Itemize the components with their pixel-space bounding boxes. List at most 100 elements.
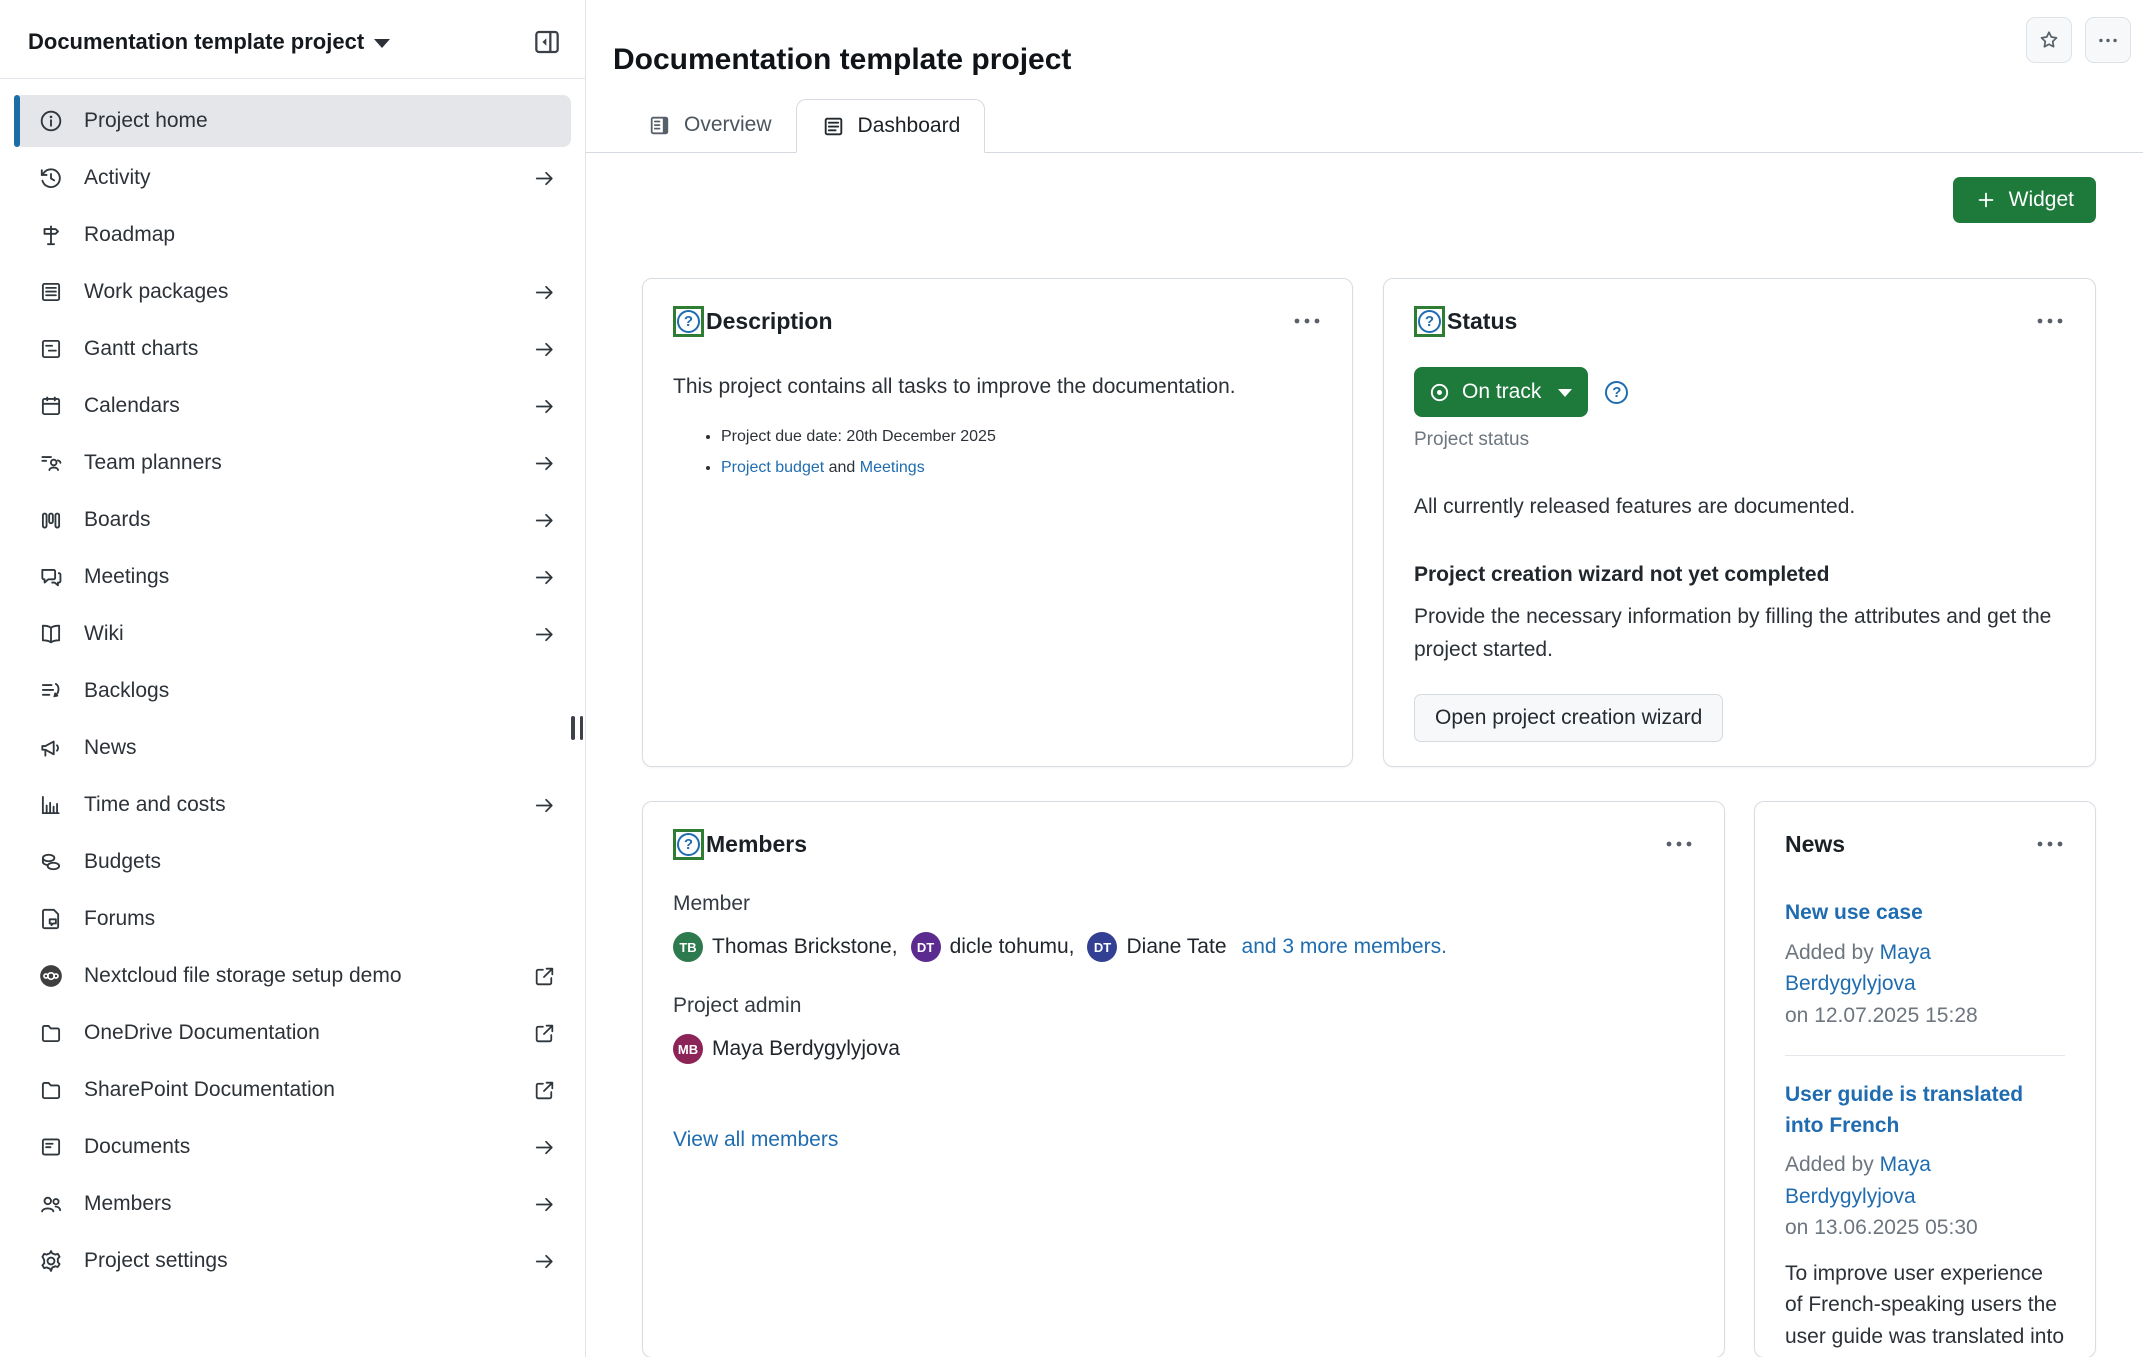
help-icon[interactable]: ? [1418, 310, 1441, 333]
sidebar-item-backlogs[interactable]: Backlogs [14, 665, 571, 717]
members-widget: ? Members MemberTBThomas Brickstone,DTdi… [642, 801, 1725, 1357]
news-headline-link[interactable]: New use case [1785, 898, 2065, 928]
sidebar-item-label: Documents [84, 1135, 520, 1159]
sidebar-item-documents[interactable]: Documents [14, 1121, 571, 1173]
sidebar-item-label: OneDrive Documentation [84, 1021, 520, 1045]
sidebar-item-label: Calendars [84, 394, 520, 418]
sidebar-item-label: Wiki [84, 622, 520, 646]
sidebar-item-label: Roadmap [84, 223, 557, 247]
help-icon[interactable]: ? [677, 833, 700, 856]
wizard-heading: Project creation wizard not yet complete… [1414, 563, 2065, 587]
avatar[interactable]: DT [1087, 932, 1117, 962]
boards-icon [38, 507, 64, 533]
backlogs-icon [38, 678, 64, 704]
widget-row-1: ? Description This project contains all … [642, 278, 2096, 767]
external-link-icon [532, 1078, 557, 1103]
sidebar-item-onedrive-documentation[interactable]: OneDrive Documentation [14, 1007, 571, 1059]
sidebar-item-forums[interactable]: Forums [14, 893, 571, 945]
widget-menu-button[interactable] [1290, 309, 1324, 333]
sidebar-item-label: Time and costs [84, 793, 520, 817]
sidebar-item-members[interactable]: Members [14, 1178, 571, 1230]
news-date: on 12.07.2025 15:28 [1785, 1000, 2065, 1032]
project-budget-link[interactable]: Project budget [721, 459, 824, 476]
sidebar-item-gantt-charts[interactable]: Gantt charts [14, 323, 571, 375]
sidebar-item-project-home[interactable]: Project home [14, 95, 571, 147]
favorite-button[interactable] [2026, 17, 2072, 63]
avatar[interactable]: DT [911, 932, 941, 962]
more-members-link[interactable]: and 3 more members. [1242, 935, 1447, 959]
project-selector-label: Documentation template project [28, 29, 364, 55]
header-actions [2026, 17, 2131, 63]
sidebar-item-time-and-costs[interactable]: Time and costs [14, 779, 571, 831]
member-name[interactable]: dicle tohumu, [950, 935, 1075, 959]
sidebar-item-label: Gantt charts [84, 337, 520, 361]
avatar[interactable]: TB [673, 932, 703, 962]
sidebar-item-roadmap[interactable]: Roadmap [14, 209, 571, 261]
news-icon [38, 735, 64, 761]
project-status-dropdown[interactable]: On track [1414, 367, 1588, 417]
sidebar-item-label: Project settings [84, 1249, 520, 1273]
news-widget: News New use caseAdded by Maya Berdygyly… [1754, 801, 2096, 1357]
sidebar-item-label: Team planners [84, 451, 520, 475]
avatar[interactable]: MB [673, 1034, 703, 1064]
sidebar-item-nextcloud-file-storage-setup-demo[interactable]: Nextcloud file storage setup demo [14, 950, 571, 1002]
sidebar-item-activity[interactable]: Activity [14, 152, 571, 204]
group-icon [38, 1191, 64, 1217]
widget-menu-button[interactable] [2033, 832, 2067, 856]
description-widget: ? Description This project contains all … [642, 278, 1353, 767]
news-entries: New use caseAdded by Maya Berdygylyjovao… [1785, 898, 2065, 1357]
project-sidebar: Documentation template project Project h… [0, 0, 586, 1357]
open-wizard-button[interactable]: Open project creation wizard [1414, 694, 1723, 742]
info-circle-icon [38, 108, 64, 134]
widget-row-2: ? Members MemberTBThomas Brickstone,DTdi… [642, 801, 2096, 1357]
sidebar-item-project-settings[interactable]: Project settings [14, 1235, 571, 1287]
meetings-link[interactable]: Meetings [860, 459, 925, 476]
help-annotation-box: ? [1414, 306, 1445, 337]
widget-menu-button[interactable] [1662, 832, 1696, 856]
collapse-sidebar-button[interactable] [531, 26, 563, 58]
help-icon[interactable]: ? [1605, 381, 1628, 404]
tab-label: Dashboard [858, 114, 961, 138]
sidebar-resize-handle[interactable] [571, 716, 583, 740]
arrow-right-icon [532, 166, 557, 191]
sidebar-item-boards[interactable]: Boards [14, 494, 571, 546]
folder-icon [38, 1077, 64, 1103]
nextcloud-icon [38, 963, 64, 989]
forums-icon [38, 906, 64, 932]
arrow-right-icon [532, 1135, 557, 1160]
tab-dashboard-icon [821, 114, 846, 139]
member-name[interactable]: Diane Tate [1126, 935, 1226, 959]
more-button[interactable] [2085, 17, 2131, 63]
folder-icon [38, 1020, 64, 1046]
ellipsis-icon [1662, 832, 1696, 856]
help-icon[interactable]: ? [677, 310, 700, 333]
sidebar-item-news[interactable]: News [14, 722, 571, 774]
news-headline-link[interactable]: User guide is translated into French [1785, 1080, 2065, 1141]
sidebar-item-label: Forums [84, 907, 557, 931]
news-date: on 13.06.2025 05:30 [1785, 1212, 2065, 1244]
help-annotation-box: ? [673, 306, 704, 337]
view-all-members-link[interactable]: View all members [673, 1128, 838, 1152]
member-name[interactable]: Maya Berdygylyjova [712, 1037, 900, 1061]
add-widget-button[interactable]: Widget [1953, 177, 2096, 223]
status-badge-label: On track [1462, 380, 1541, 404]
tab-overview[interactable]: Overview [623, 98, 796, 152]
sidebar-item-budgets[interactable]: Budgets [14, 836, 571, 888]
sidebar-item-label: Activity [84, 166, 520, 190]
arrow-right-icon [532, 451, 557, 476]
sidebar-item-team-planners[interactable]: Team planners [14, 437, 571, 489]
sidebar-item-calendars[interactable]: Calendars [14, 380, 571, 432]
news-added-by-text: Added by [1785, 1153, 1880, 1176]
sidebar-item-sharepoint-documentation[interactable]: SharePoint Documentation [14, 1064, 571, 1116]
sidebar-item-wiki[interactable]: Wiki [14, 608, 571, 660]
project-selector[interactable]: Documentation template project [28, 29, 390, 55]
ellipsis-icon [1290, 309, 1324, 333]
work-packages-icon [38, 279, 64, 305]
arrow-right-icon [532, 337, 557, 362]
tab-dashboard[interactable]: Dashboard [796, 99, 986, 153]
sidebar-item-work-packages[interactable]: Work packages [14, 266, 571, 318]
news-meta: Added by Maya Berdygylyjova [1785, 937, 2065, 1000]
sidebar-item-meetings[interactable]: Meetings [14, 551, 571, 603]
member-name[interactable]: Thomas Brickstone, [712, 935, 898, 959]
widget-menu-button[interactable] [2033, 309, 2067, 333]
